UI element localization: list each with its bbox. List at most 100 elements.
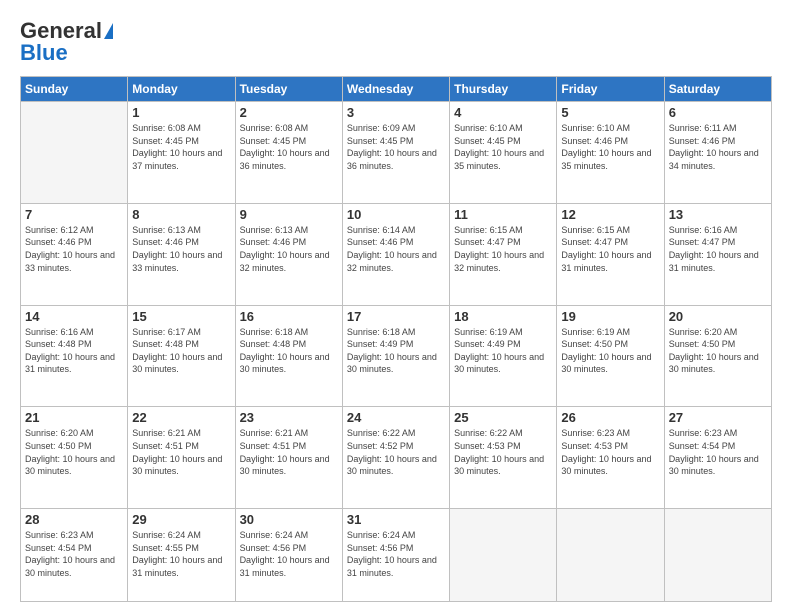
day-info: Sunrise: 6:12 AMSunset: 4:46 PMDaylight:… — [25, 224, 123, 274]
day-info: Sunrise: 6:17 AMSunset: 4:48 PMDaylight:… — [132, 326, 230, 376]
day-number: 21 — [25, 410, 123, 425]
day-number: 26 — [561, 410, 659, 425]
day-info: Sunrise: 6:10 AMSunset: 4:46 PMDaylight:… — [561, 122, 659, 172]
calendar-cell: 28Sunrise: 6:23 AMSunset: 4:54 PMDayligh… — [21, 509, 128, 602]
day-number: 2 — [240, 105, 338, 120]
day-number: 9 — [240, 207, 338, 222]
calendar-cell: 23Sunrise: 6:21 AMSunset: 4:51 PMDayligh… — [235, 407, 342, 509]
calendar-cell: 12Sunrise: 6:15 AMSunset: 4:47 PMDayligh… — [557, 203, 664, 305]
day-header-tuesday: Tuesday — [235, 77, 342, 102]
calendar-cell: 26 Sunrise: 6:23 AMSunset: 4:53 PMDayligh… — [557, 407, 664, 509]
day-number: 11 — [454, 207, 552, 222]
day-number: 24 — [347, 410, 445, 425]
day-number: 17 — [347, 309, 445, 324]
calendar-cell: 2 Sunrise: 6:08 AMSunset: 4:45 PMDaylight… — [235, 102, 342, 204]
day-info: Sunrise: 6:24 AMSunset: 4:55 PMDaylight:… — [132, 529, 230, 579]
day-info: Sunrise: 6:24 AMSunset: 4:56 PMDaylight:… — [240, 529, 338, 579]
calendar-cell: 29 Sunrise: 6:24 AMSunset: 4:55 PMDayligh… — [128, 509, 235, 602]
logo-blue: Blue — [20, 40, 68, 66]
day-info: Sunrise: 6:16 AMSunset: 4:48 PMDaylight:… — [25, 326, 123, 376]
day-info: Sunrise: 6:23 AMSunset: 4:54 PMDaylight:… — [25, 529, 123, 579]
day-number: 15 — [132, 309, 230, 324]
day-info: Sunrise: 6:15 AMSunset: 4:47 PMDaylight:… — [561, 224, 659, 274]
day-number: 1 — [132, 105, 230, 120]
calendar-cell: 15 Sunrise: 6:17 AMSunset: 4:48 PMDayligh… — [128, 305, 235, 407]
day-number: 7 — [25, 207, 123, 222]
calendar-cell: 11 Sunrise: 6:15 AMSunset: 4:47 PMDayligh… — [450, 203, 557, 305]
calendar-cell: 27 Sunrise: 6:23 AMSunset: 4:54 PMDayligh… — [664, 407, 771, 509]
header: General Blue — [20, 18, 772, 66]
calendar-cell: 7 Sunrise: 6:12 AMSunset: 4:46 PMDaylight… — [21, 203, 128, 305]
day-number: 5 — [561, 105, 659, 120]
calendar-cell: 22 Sunrise: 6:21 AMSunset: 4:51 PMDayligh… — [128, 407, 235, 509]
calendar-cell: 16Sunrise: 6:18 AMSunset: 4:48 PMDayligh… — [235, 305, 342, 407]
day-number: 23 — [240, 410, 338, 425]
day-header-thursday: Thursday — [450, 77, 557, 102]
day-number: 22 — [132, 410, 230, 425]
calendar-cell: 5 Sunrise: 6:10 AMSunset: 4:46 PMDaylight… — [557, 102, 664, 204]
day-number: 30 — [240, 512, 338, 527]
calendar-cell: 18 Sunrise: 6:19 AMSunset: 4:49 PMDayligh… — [450, 305, 557, 407]
day-number: 25 — [454, 410, 552, 425]
day-number: 31 — [347, 512, 445, 527]
calendar-cell — [450, 509, 557, 602]
calendar-cell: 20Sunrise: 6:20 AMSunset: 4:50 PMDayligh… — [664, 305, 771, 407]
logo: General Blue — [20, 18, 113, 66]
calendar-cell: 13 Sunrise: 6:16 AMSunset: 4:47 PMDayligh… — [664, 203, 771, 305]
day-info: Sunrise: 6:21 AMSunset: 4:51 PMDaylight:… — [132, 427, 230, 477]
day-number: 27 — [669, 410, 767, 425]
day-info: Sunrise: 6:23 AMSunset: 4:53 PMDaylight:… — [561, 427, 659, 477]
day-info: Sunrise: 6:20 AMSunset: 4:50 PMDaylight:… — [25, 427, 123, 477]
day-info: Sunrise: 6:14 AMSunset: 4:46 PMDaylight:… — [347, 224, 445, 274]
day-info: Sunrise: 6:19 AMSunset: 4:50 PMDaylight:… — [561, 326, 659, 376]
calendar-cell: 31 Sunrise: 6:24 AMSunset: 4:56 PMDayligh… — [342, 509, 449, 602]
calendar-week-1: 1 Sunrise: 6:08 AMSunset: 4:45 PMDaylight… — [21, 102, 772, 204]
day-number: 16 — [240, 309, 338, 324]
calendar-cell: 19 Sunrise: 6:19 AMSunset: 4:50 PMDayligh… — [557, 305, 664, 407]
day-info: Sunrise: 6:16 AMSunset: 4:47 PMDaylight:… — [669, 224, 767, 274]
calendar-cell: 25 Sunrise: 6:22 AMSunset: 4:53 PMDayligh… — [450, 407, 557, 509]
day-number: 18 — [454, 309, 552, 324]
day-info: Sunrise: 6:22 AMSunset: 4:53 PMDaylight:… — [454, 427, 552, 477]
logo-triangle-icon — [104, 23, 113, 39]
calendar-cell: 30 Sunrise: 6:24 AMSunset: 4:56 PMDayligh… — [235, 509, 342, 602]
day-info: Sunrise: 6:10 AMSunset: 4:45 PMDaylight:… — [454, 122, 552, 172]
day-number: 6 — [669, 105, 767, 120]
calendar-cell: 21 Sunrise: 6:20 AMSunset: 4:50 PMDayligh… — [21, 407, 128, 509]
day-number: 8 — [132, 207, 230, 222]
day-info: Sunrise: 6:13 AMSunset: 4:46 PMDaylight:… — [132, 224, 230, 274]
calendar-cell: 4Sunrise: 6:10 AMSunset: 4:45 PMDaylight… — [450, 102, 557, 204]
day-info: Sunrise: 6:19 AMSunset: 4:49 PMDaylight:… — [454, 326, 552, 376]
day-info: Sunrise: 6:11 AMSunset: 4:46 PMDaylight:… — [669, 122, 767, 172]
calendar-cell: 17Sunrise: 6:18 AMSunset: 4:49 PMDayligh… — [342, 305, 449, 407]
calendar-cell: 9Sunrise: 6:13 AMSunset: 4:46 PMDaylight… — [235, 203, 342, 305]
day-header-friday: Friday — [557, 77, 664, 102]
calendar-cell — [664, 509, 771, 602]
calendar-cell: 8 Sunrise: 6:13 AMSunset: 4:46 PMDaylight… — [128, 203, 235, 305]
calendar-cell: 14Sunrise: 6:16 AMSunset: 4:48 PMDayligh… — [21, 305, 128, 407]
day-info: Sunrise: 6:09 AMSunset: 4:45 PMDaylight:… — [347, 122, 445, 172]
calendar-week-2: 7 Sunrise: 6:12 AMSunset: 4:46 PMDaylight… — [21, 203, 772, 305]
day-header-saturday: Saturday — [664, 77, 771, 102]
day-info: Sunrise: 6:23 AMSunset: 4:54 PMDaylight:… — [669, 427, 767, 477]
day-info: Sunrise: 6:24 AMSunset: 4:56 PMDaylight:… — [347, 529, 445, 579]
day-info: Sunrise: 6:22 AMSunset: 4:52 PMDaylight:… — [347, 427, 445, 477]
calendar-page: General Blue SundayMondayTuesdayWednesda… — [0, 0, 792, 612]
day-header-monday: Monday — [128, 77, 235, 102]
day-number: 13 — [669, 207, 767, 222]
day-number: 19 — [561, 309, 659, 324]
calendar-cell: 3Sunrise: 6:09 AMSunset: 4:45 PMDaylight… — [342, 102, 449, 204]
day-number: 10 — [347, 207, 445, 222]
calendar-week-5: 28Sunrise: 6:23 AMSunset: 4:54 PMDayligh… — [21, 509, 772, 602]
day-info: Sunrise: 6:08 AMSunset: 4:45 PMDaylight:… — [240, 122, 338, 172]
day-info: Sunrise: 6:08 AMSunset: 4:45 PMDaylight:… — [132, 122, 230, 172]
day-number: 20 — [669, 309, 767, 324]
calendar-cell: 24 Sunrise: 6:22 AMSunset: 4:52 PMDayligh… — [342, 407, 449, 509]
calendar-week-3: 14Sunrise: 6:16 AMSunset: 4:48 PMDayligh… — [21, 305, 772, 407]
calendar-cell: 10 Sunrise: 6:14 AMSunset: 4:46 PMDayligh… — [342, 203, 449, 305]
calendar-table: SundayMondayTuesdayWednesdayThursdayFrid… — [20, 76, 772, 602]
calendar-cell — [557, 509, 664, 602]
day-number: 29 — [132, 512, 230, 527]
day-info: Sunrise: 6:15 AMSunset: 4:47 PMDaylight:… — [454, 224, 552, 274]
calendar-cell: 1 Sunrise: 6:08 AMSunset: 4:45 PMDaylight… — [128, 102, 235, 204]
